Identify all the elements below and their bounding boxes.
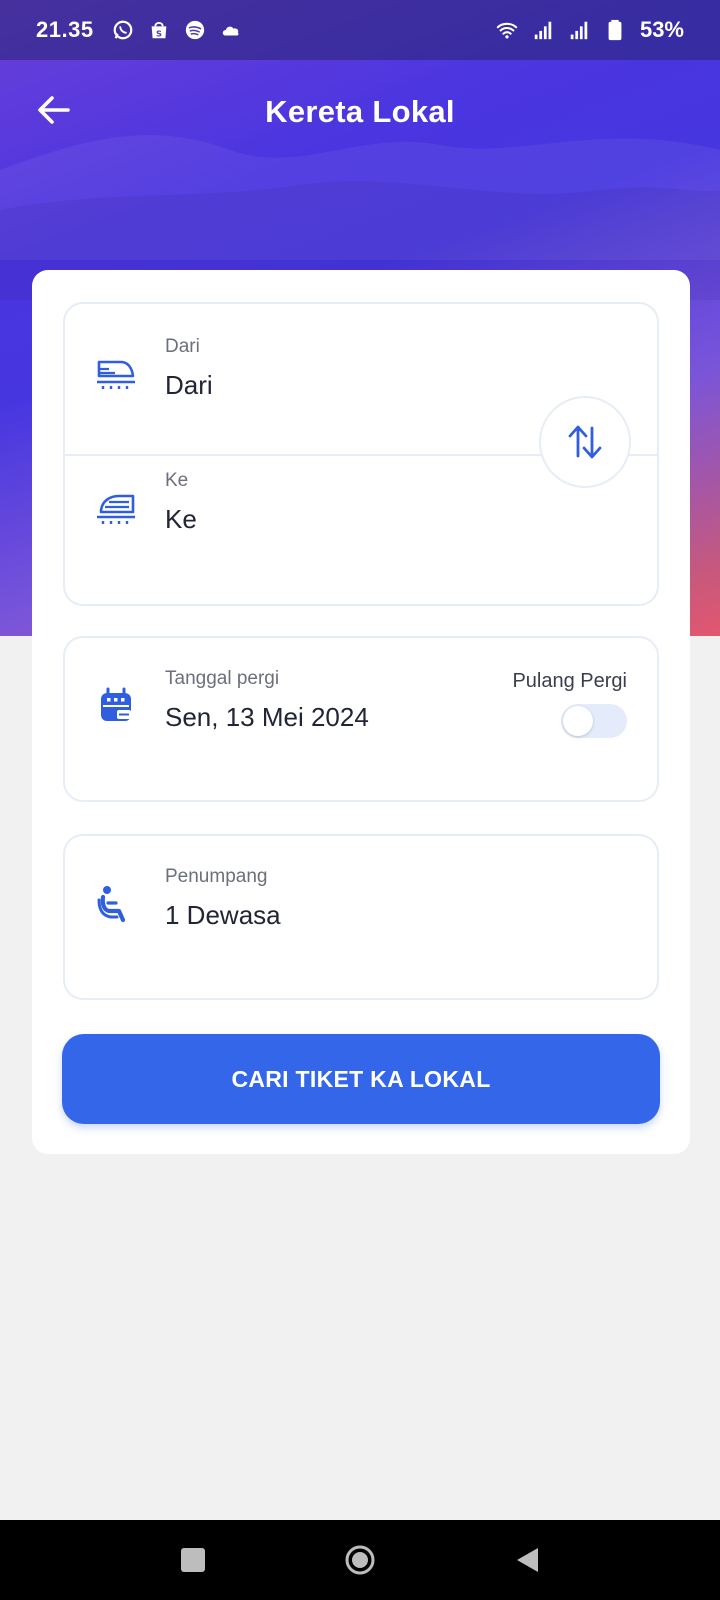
departure-date-label: Tanggal pergi — [165, 668, 280, 689]
whatsapp-icon — [113, 20, 132, 40]
arrow-left-icon — [38, 96, 70, 124]
cloud-icon — [222, 26, 239, 36]
train-icon — [97, 360, 135, 389]
departure-date-field[interactable]: Tanggal pergi Sen, 13 Mei 2024 — [65, 638, 465, 800]
battery-percentage: 53% — [639, 17, 684, 42]
route-selector: Dari Dari Ke Ke — [63, 302, 659, 606]
search-form-card: Dari Dari Ke Ke Tanggal pergi Sen, 13 Me… — [32, 270, 690, 1154]
swap-route-button[interactable] — [539, 396, 631, 488]
app-bar: Kereta Lokal — [0, 60, 720, 164]
round-trip-toggle[interactable] — [561, 704, 627, 738]
recent-apps-button[interactable] — [171, 1538, 215, 1582]
navigation-bar — [0, 1520, 720, 1600]
svg-text:S: S — [156, 28, 162, 38]
round-trip-label: Pulang Pergi — [512, 670, 627, 692]
back-button[interactable] — [34, 90, 74, 130]
departure-date-value: Sen, 13 Mei 2024 — [165, 702, 369, 732]
destination-label: Ke — [165, 470, 189, 491]
status-time: 21.35 — [36, 17, 94, 42]
passenger-label: Penumpang — [165, 866, 268, 887]
seat-passenger-icon — [97, 886, 126, 923]
home-button[interactable] — [338, 1538, 382, 1582]
calendar-icon — [101, 687, 131, 721]
signal-icon — [570, 21, 588, 40]
page-title: Kereta Lokal — [265, 94, 455, 129]
origin-value: Dari — [165, 370, 213, 400]
home-icon — [345, 1545, 375, 1575]
back-icon — [516, 1548, 538, 1572]
passenger-field[interactable]: Penumpang 1 Dewasa — [65, 836, 657, 998]
signal-icon — [534, 21, 552, 40]
shop-bag-icon: S — [151, 21, 166, 38]
destination-value: Ke — [165, 504, 197, 534]
date-selector: Tanggal pergi Sen, 13 Mei 2024 Pulang Pe… — [63, 636, 659, 802]
battery-icon — [608, 19, 622, 41]
wifi-icon — [496, 22, 518, 39]
recent-apps-icon — [181, 1548, 206, 1572]
origin-label: Dari — [165, 336, 200, 357]
swap-vertical-icon — [568, 425, 602, 459]
passenger-value: 1 Dewasa — [165, 900, 281, 930]
status-bar: 21.35 S 53% — [0, 0, 720, 60]
train-icon — [97, 494, 135, 524]
search-tickets-button[interactable]: CARI TIKET KA LOKAL — [62, 1034, 660, 1124]
passenger-selector: Penumpang 1 Dewasa — [63, 834, 659, 1000]
system-back-button[interactable] — [505, 1538, 549, 1582]
toggle-knob — [563, 706, 593, 736]
destination-field[interactable]: Ke Ke — [65, 456, 535, 606]
origin-field[interactable]: Dari Dari — [65, 304, 535, 454]
spotify-icon — [185, 20, 204, 40]
